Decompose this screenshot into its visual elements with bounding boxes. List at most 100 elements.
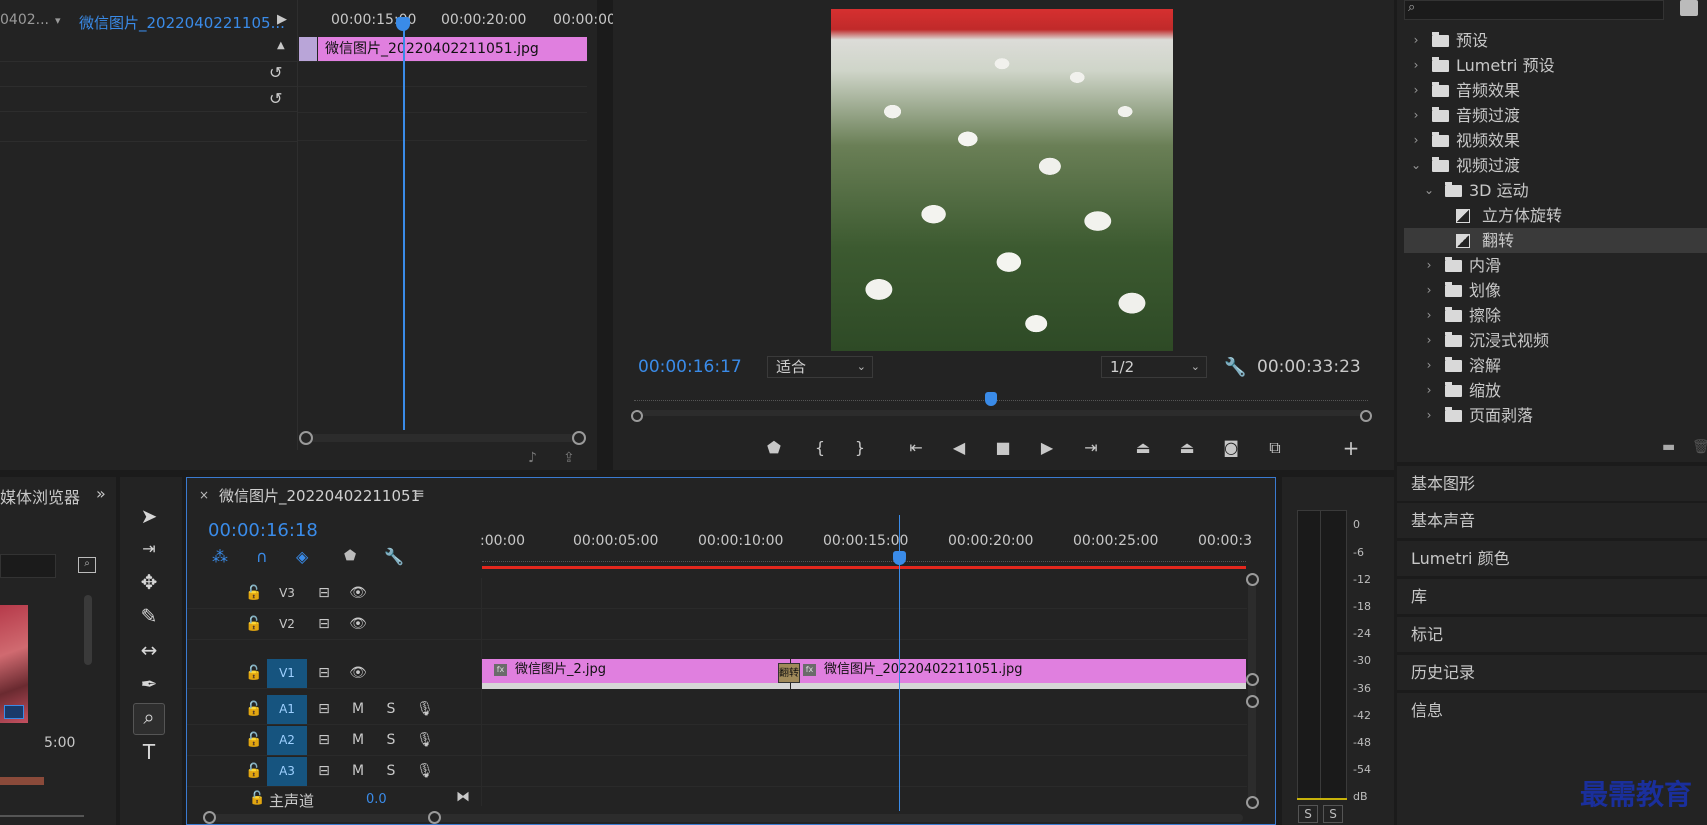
project-scrollbar[interactable] <box>84 595 92 665</box>
track-name[interactable]: A3 <box>267 757 307 786</box>
ec-playhead-handle[interactable] <box>396 17 410 31</box>
selection-tool-icon[interactable]: ➤ <box>136 503 162 529</box>
chevron-right-icon[interactable]: › <box>1410 103 1422 128</box>
sync-lock-icon[interactable]: ⊟ <box>315 579 333 608</box>
project-zoom-slider[interactable] <box>0 815 84 817</box>
timeline-horizontal-scrollbar[interactable] <box>207 814 1243 822</box>
zoom-handle-right[interactable] <box>1360 410 1372 422</box>
eye-icon[interactable]: 👁 <box>349 579 367 608</box>
ec-scroll-handle-right[interactable] <box>572 431 586 445</box>
pen-tool-icon[interactable]: ✒ <box>136 671 162 697</box>
chevron-right-icon[interactable]: › <box>1423 278 1435 303</box>
track-select-tool-icon[interactable]: ⇥ <box>136 536 162 562</box>
lock-icon[interactable]: 🔓 <box>249 791 265 806</box>
hscroll-handle-left[interactable] <box>203 811 216 824</box>
effects-search-input[interactable] <box>1404 0 1664 20</box>
timeline-settings-icon[interactable]: 🔧 <box>384 547 404 566</box>
menu-icon[interactable]: ≡ <box>413 486 425 502</box>
new-folder-icon[interactable]: ▬ <box>1662 439 1675 455</box>
lock-icon[interactable]: 🔓 <box>245 695 263 724</box>
effects-item[interactable]: › 划像 <box>1404 278 1707 303</box>
go-to-out-icon[interactable]: ⇥ <box>1080 437 1102 459</box>
chevron-right-icon[interactable]: › <box>1410 28 1422 53</box>
chevron-right-icon[interactable]: › <box>1410 53 1422 78</box>
sync-lock-icon[interactable]: ⊟ <box>315 610 333 639</box>
close-icon[interactable]: × <box>199 488 209 502</box>
chevron-right-icon[interactable]: › <box>1423 303 1435 328</box>
track-name[interactable]: A1 <box>267 695 307 724</box>
effects-item[interactable]: › Lumetri 预设 <box>1404 53 1707 78</box>
vscroll-handle[interactable] <box>1246 573 1259 586</box>
play-triangle-icon[interactable]: ▶ <box>277 12 287 27</box>
track-name[interactable]: A2 <box>267 726 307 755</box>
program-playhead[interactable] <box>985 392 997 406</box>
snap-magnet-icon[interactable]: ∩ <box>256 547 268 566</box>
stop-icon[interactable]: ■ <box>992 437 1014 459</box>
zoom-tool-icon[interactable]: ⌕ <box>133 703 165 735</box>
go-to-edit-icon[interactable]: ⧓ <box>456 789 470 805</box>
effects-item[interactable]: › 溶解 <box>1404 353 1707 378</box>
transition-flip[interactable]: 翻转 <box>778 663 800 683</box>
chevron-right-icon[interactable]: › <box>1410 128 1422 153</box>
effects-item[interactable]: › 音频过渡 <box>1404 103 1707 128</box>
wrench-icon[interactable]: 🔧 <box>1224 357 1246 378</box>
clip-1[interactable]: fx 微信图片_2.jpg <box>482 659 790 689</box>
sync-lock-icon[interactable]: ⊟ <box>315 695 333 724</box>
timeline-tab-title[interactable]: 微信图片_20220402211051 <box>219 485 420 506</box>
effects-item[interactable]: 立方体旋转 <box>1404 203 1707 228</box>
effects-item[interactable]: › 预设 <box>1404 28 1707 53</box>
step-back-icon[interactable]: ◀ <box>948 437 970 459</box>
lock-icon[interactable]: 🔓 <box>245 610 263 639</box>
track-name[interactable]: V1 <box>267 659 307 688</box>
effects-item[interactable]: › 视频效果 <box>1404 128 1707 153</box>
camera-icon[interactable]: ◙ <box>1220 437 1242 459</box>
microphone-icon[interactable]: 🎙 <box>416 757 434 786</box>
solo-button[interactable]: S <box>382 695 400 724</box>
mute-button[interactable]: M <box>349 757 367 786</box>
sync-lock-icon[interactable]: ⊟ <box>315 757 333 786</box>
microphone-icon[interactable]: 🎙 <box>416 726 434 755</box>
filter-audio-icon[interactable]: ♪ <box>528 450 537 466</box>
vscroll-handle[interactable] <box>1246 673 1259 686</box>
timeline-current-time[interactable]: 00:00:16:18 <box>208 520 318 541</box>
extract-icon[interactable]: ⏏ <box>1176 437 1198 459</box>
clip-selector[interactable]: 微信图片_2022040221105... <box>79 12 285 33</box>
delete-icon[interactable]: 🗑 <box>1692 439 1707 455</box>
effects-item[interactable]: ⌄ 3D 运动 <box>1404 178 1707 203</box>
eye-icon[interactable]: 👁 <box>349 659 367 688</box>
chevron-right-icon[interactable]: › <box>1423 328 1435 353</box>
lock-icon[interactable]: 🔓 <box>245 726 263 755</box>
program-scrub-bar[interactable] <box>634 410 1368 416</box>
nest-sequences-icon[interactable]: ⁂ <box>212 547 228 566</box>
track-name[interactable]: V3 <box>267 579 307 608</box>
fit-dropdown[interactable]: 适合 ⌄ <box>767 356 873 378</box>
step-forward-icon[interactable]: ▶ <box>1036 437 1058 459</box>
panel-lumetri-color[interactable]: Lumetri 颜色 <box>1397 540 1707 576</box>
lock-icon[interactable]: 🔓 <box>245 659 263 688</box>
panel-libraries[interactable]: 库 <box>1397 578 1707 614</box>
effects-item[interactable]: 翻转 <box>1404 228 1707 253</box>
reset-icon[interactable]: ↺ <box>269 91 285 107</box>
new-bin-icon[interactable] <box>1680 0 1698 16</box>
linked-selection-icon[interactable]: ◈ <box>296 547 308 566</box>
zoom-handle-left[interactable] <box>631 410 643 422</box>
eye-icon[interactable]: 👁 <box>349 610 367 639</box>
program-current-time[interactable]: 00:00:16:17 <box>638 357 742 377</box>
effects-item[interactable]: › 擦除 <box>1404 303 1707 328</box>
chevron-right-icon[interactable]: › <box>1410 78 1422 103</box>
chevron-right-icon[interactable]: › <box>1423 403 1435 428</box>
solo-left-button[interactable]: S <box>1298 805 1318 823</box>
lock-icon[interactable]: 🔓 <box>245 579 263 608</box>
vscroll-handle[interactable] <box>1246 796 1259 809</box>
timeline-playhead-handle[interactable] <box>893 551 906 565</box>
project-thumbnail-2[interactable] <box>0 777 44 785</box>
timeline-vertical-scrollbar[interactable] <box>1248 578 1256 804</box>
timeline-ruler-ticks[interactable] <box>482 552 1246 562</box>
effects-item[interactable]: ⌄ 视频过渡 <box>1404 153 1707 178</box>
solo-button[interactable]: S <box>382 757 400 786</box>
razor-tool-icon[interactable]: ✎ <box>136 603 162 629</box>
track-name[interactable]: V2 <box>267 610 307 639</box>
ripple-edit-tool-icon[interactable]: ✥ <box>136 569 162 595</box>
master-volume-value[interactable]: 0.0 <box>366 792 387 807</box>
export-icon[interactable]: ⇪ <box>563 450 575 466</box>
